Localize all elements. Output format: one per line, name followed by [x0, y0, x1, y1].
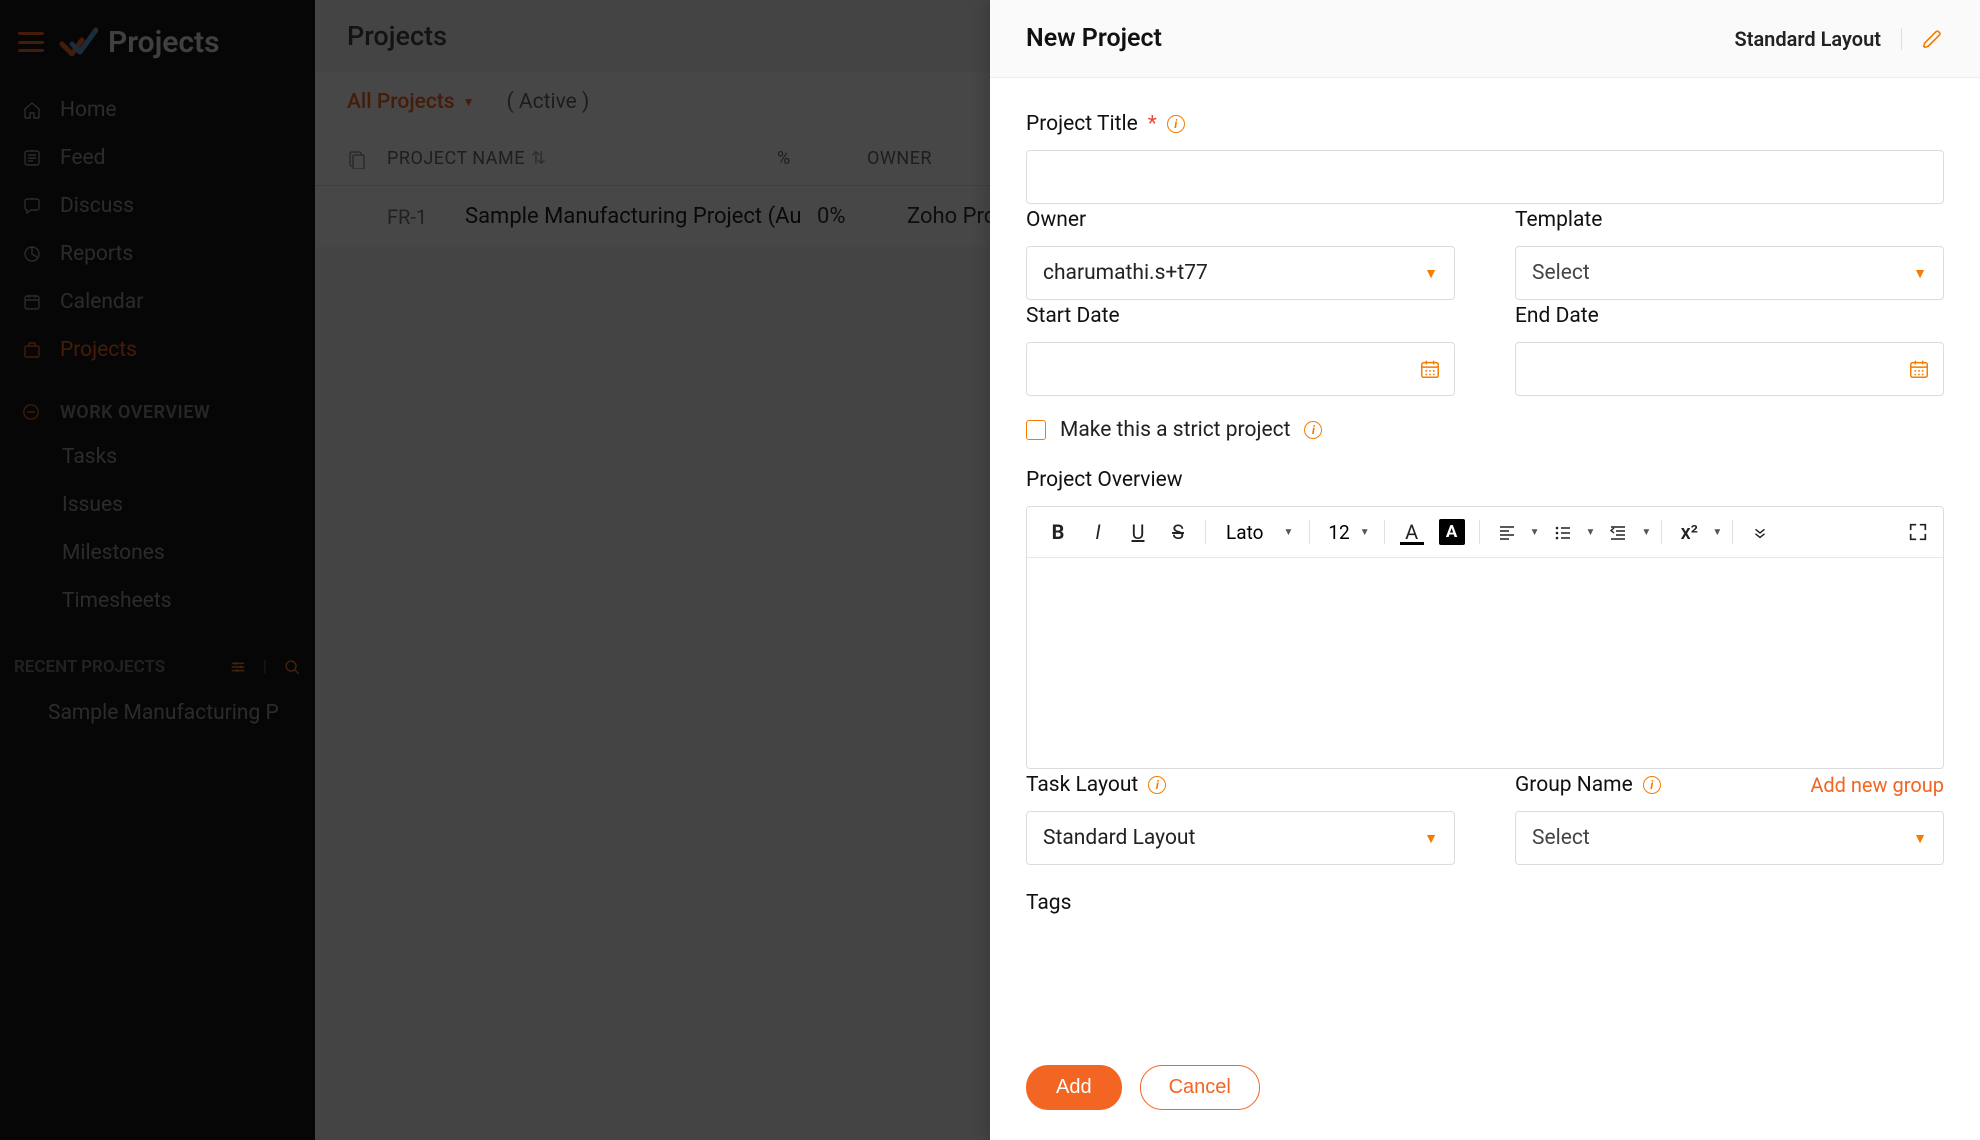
strict-checkbox[interactable] — [1026, 420, 1046, 440]
italic-button[interactable]: I — [1081, 515, 1115, 549]
strict-label: Make this a strict project — [1060, 418, 1290, 442]
font-color-button[interactable]: A — [1395, 515, 1429, 549]
chevron-down-icon: ▼ — [1424, 830, 1438, 847]
toolbar-separator — [1309, 520, 1310, 544]
owner-select[interactable]: charumathi.s+t77 ▼ — [1026, 246, 1455, 300]
font-size-select[interactable]: 12 ▼ — [1320, 521, 1373, 544]
bold-button[interactable]: B — [1041, 515, 1075, 549]
info-icon[interactable]: i — [1643, 776, 1661, 794]
new-project-panel: New Project Standard Layout Project Titl… — [990, 0, 1980, 1140]
toolbar-separator — [1732, 520, 1733, 544]
strict-project-row: Make this a strict project i — [1026, 418, 1944, 442]
chevron-down-icon: ▼ — [1913, 830, 1927, 847]
chevron-down-icon: ▼ — [1712, 527, 1722, 538]
overview-label: Project Overview — [1026, 468, 1944, 492]
add-new-group-link[interactable]: Add new group — [1810, 773, 1944, 797]
add-button[interactable]: Add — [1026, 1065, 1122, 1110]
font-select[interactable]: Lato ▼ — [1216, 521, 1299, 544]
more-button[interactable] — [1743, 515, 1777, 549]
info-icon[interactable]: i — [1167, 115, 1185, 133]
group-name-label: Group Name i Add new group — [1515, 773, 1944, 797]
chevron-down-icon: ▼ — [1913, 265, 1927, 282]
panel-header: New Project Standard Layout — [990, 0, 1980, 78]
label-text: Group Name — [1515, 773, 1633, 797]
select-value: Standard Layout — [1043, 826, 1195, 850]
task-layout-select[interactable]: Standard Layout ▼ — [1026, 811, 1455, 865]
select-value: charumathi.s+t77 — [1043, 261, 1208, 285]
calendar-icon[interactable] — [1419, 358, 1441, 380]
info-icon[interactable]: i — [1304, 421, 1322, 439]
required-marker: * — [1148, 112, 1157, 136]
toolbar-separator — [1384, 520, 1385, 544]
select-value: Select — [1532, 261, 1590, 285]
editor-toolbar: B I U S Lato ▼ 12 ▼ A A ▼ ▼ ▼ x² ▼ — [1027, 507, 1943, 558]
edit-layout-icon[interactable] — [1922, 28, 1944, 50]
template-label: Template — [1515, 208, 1944, 232]
strikethrough-button[interactable]: S — [1161, 515, 1195, 549]
start-date-label: Start Date — [1026, 304, 1455, 328]
start-date-input[interactable] — [1026, 342, 1455, 396]
layout-name: Standard Layout — [1735, 27, 1881, 51]
panel-title: New Project — [1026, 24, 1162, 53]
owner-label: Owner — [1026, 208, 1455, 232]
align-button[interactable] — [1490, 515, 1524, 549]
info-icon[interactable]: i — [1148, 776, 1166, 794]
editor-textarea[interactable] — [1027, 558, 1943, 768]
select-value: Select — [1532, 826, 1590, 850]
font-value: Lato — [1226, 521, 1263, 544]
toolbar-separator — [1479, 520, 1480, 544]
group-name-select[interactable]: Select ▼ — [1515, 811, 1944, 865]
project-title-label: Project Title * i — [1026, 112, 1944, 136]
label-text: Project Title — [1026, 112, 1138, 136]
underline-button[interactable]: U — [1121, 515, 1155, 549]
highlight-button[interactable]: A — [1435, 515, 1469, 549]
chevron-down-icon: ▼ — [1530, 527, 1540, 538]
cancel-button[interactable]: Cancel — [1140, 1065, 1260, 1110]
chevron-down-icon: ▼ — [1586, 527, 1596, 538]
calendar-icon[interactable] — [1908, 358, 1930, 380]
task-layout-label: Task Layout i — [1026, 773, 1455, 797]
toolbar-separator — [1661, 520, 1662, 544]
label-text: Task Layout — [1026, 773, 1138, 797]
project-title-input[interactable] — [1026, 150, 1944, 204]
chevron-down-icon: ▼ — [1283, 527, 1293, 538]
tags-label: Tags — [1026, 891, 1944, 915]
indent-button[interactable] — [1601, 515, 1635, 549]
superscript-button[interactable]: x² — [1672, 515, 1706, 549]
list-button[interactable] — [1546, 515, 1580, 549]
panel-body: Project Title*i Owner charumathi.s+t77▼ … — [990, 78, 1980, 1140]
chevron-down-icon: ▼ — [1641, 527, 1651, 538]
overview-editor: B I U S Lato ▼ 12 ▼ A A ▼ ▼ ▼ x² ▼ — [1026, 506, 1944, 769]
end-date-input[interactable] — [1515, 342, 1944, 396]
divider — [1901, 28, 1902, 50]
size-value: 12 — [1328, 521, 1349, 544]
chevron-down-icon: ▼ — [1424, 265, 1438, 282]
template-select[interactable]: Select ▼ — [1515, 246, 1944, 300]
chevron-down-icon: ▼ — [1360, 527, 1370, 538]
fullscreen-icon[interactable] — [1907, 521, 1929, 543]
panel-footer: Add Cancel — [990, 1045, 1980, 1140]
panel-header-actions: Standard Layout — [1735, 27, 1944, 51]
toolbar-separator — [1205, 520, 1206, 544]
end-date-label: End Date — [1515, 304, 1944, 328]
